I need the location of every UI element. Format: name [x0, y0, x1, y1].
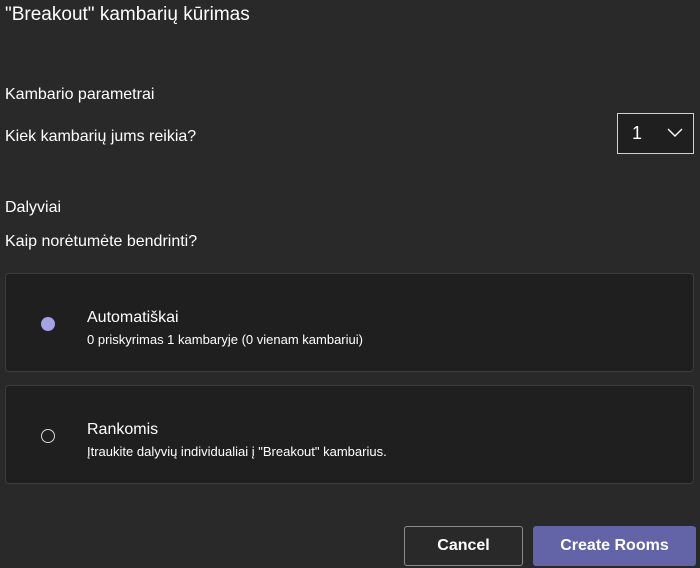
room-count-select[interactable]: 1 — [617, 113, 694, 154]
cancel-button[interactable]: Cancel — [404, 526, 523, 566]
automatic-radio[interactable] — [41, 317, 55, 331]
room-count-value: 1 — [632, 123, 643, 143]
room-count-question: Kiek kambarių jums reikia? — [5, 128, 197, 145]
automatic-option-description: 0 priskyrimas 1 kambaryje (0 vienam kamb… — [87, 332, 363, 347]
participants-heading: Dalyviai — [5, 199, 62, 216]
option-automatic-card[interactable]: Automatiškai 0 priskyrimas 1 kambaryje (… — [5, 273, 694, 372]
manual-radio[interactable] — [41, 429, 55, 443]
share-method-question: Kaip norėtumėte bendrinti? — [5, 233, 198, 250]
dialog-title: "Breakout" kambarių kūrimas — [5, 4, 250, 25]
room-settings-heading: Kambario parametrai — [5, 86, 155, 103]
manual-option-title: Rankomis — [87, 421, 159, 438]
automatic-option-title: Automatiškai — [87, 309, 179, 326]
option-manual-card[interactable]: Rankomis Įtraukite dalyvių individualiai… — [5, 385, 694, 484]
chevron-down-icon — [667, 125, 683, 143]
manual-option-description: Įtraukite dalyvių individualiai į "Break… — [87, 444, 387, 459]
create-rooms-button[interactable]: Create Rooms — [533, 526, 696, 566]
